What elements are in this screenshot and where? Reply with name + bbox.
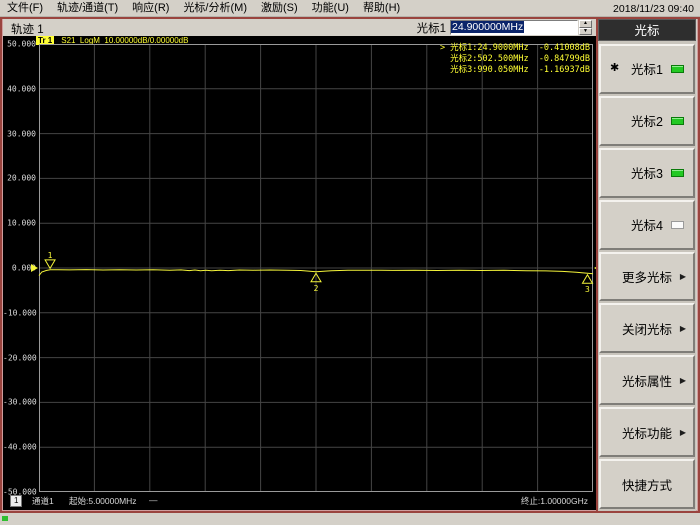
- marker-entry-group: 光标1 24.900000MHz ▲ ▼: [417, 20, 592, 35]
- sweep-indicator: —: [149, 495, 158, 505]
- datetime-display: 2018/11/23 09:40: [613, 3, 694, 15]
- marker-symbol-3[interactable]: [581, 273, 594, 284]
- marker-readout-line: > 光标1:24.9000MHz -0.41008dB: [439, 43, 590, 53]
- menu-item[interactable]: 功能(U): [305, 0, 356, 16]
- marker-number-1: 1: [48, 251, 53, 260]
- status-green-indicator: [2, 516, 8, 521]
- channel-status-bar: 1 通道1 起始:5.00000MHz — 终止:1.00000GHz: [3, 495, 596, 507]
- marker-entry-label: 光标1: [416, 22, 446, 35]
- active-trace-label: 轨迹 1: [11, 24, 44, 36]
- submenu-arrow-icon: ▶: [679, 323, 686, 333]
- submenu-arrow-icon: ▶: [679, 272, 686, 281]
- frequency-stepper: ▲ ▼: [579, 20, 592, 35]
- marker-frequency-input[interactable]: 24.900000MHz: [450, 20, 578, 35]
- softkey-button-8[interactable]: 光标功能 ▶: [599, 407, 695, 458]
- graticule-chart: 1 2 3: [31, 44, 601, 492]
- softkey-button-5[interactable]: 更多光标 ▶: [599, 251, 695, 302]
- bottom-status-strip: [0, 513, 700, 525]
- marker-readout-block: > 光标1:24.9000MHz -0.41008dB 光标2:502.500M…: [440, 43, 590, 76]
- marker-readout-line: 光标3:990.050MHz -1.16937dB: [439, 65, 590, 75]
- softkey-button-9[interactable]: 快捷方式: [599, 459, 695, 510]
- submenu-arrow-icon: ▶: [679, 375, 686, 385]
- menu-items: 文件(F) 轨迹/通道(T) 响应(R) 光标/分析(M) 激励(S) 功能(U) 帮助(H…: [0, 2, 407, 14]
- menu-item[interactable]: 光标/分析(M): [176, 0, 254, 16]
- softkey-label: 光标4: [631, 219, 663, 234]
- y-tick-label: 30.000: [7, 129, 36, 139]
- submenu-arrow-icon: ▶: [679, 427, 686, 437]
- stepper-down-button[interactable]: ▼: [579, 27, 592, 35]
- sweep-start-value: 起始:5.00000MHz: [69, 496, 137, 506]
- marker-symbol-1[interactable]: [44, 259, 56, 270]
- y-tick-label: -20.000: [3, 353, 37, 363]
- marker-state-led-on: [671, 64, 684, 73]
- y-tick-label: 10.000: [7, 218, 36, 228]
- softkey-label: 光标2: [631, 115, 663, 130]
- menu-item[interactable]: 帮助(H): [356, 0, 407, 16]
- y-tick-label: 50.000: [7, 39, 36, 49]
- softkey-button-2[interactable]: 光标2: [599, 95, 695, 146]
- menu-item[interactable]: 响应(R): [125, 0, 176, 16]
- marker-readout-line: 光标2:502.500MHz -0.84799dB: [439, 54, 590, 64]
- plot-area: Tr 1 S21 LogM 10.00000dB/0.00000dB 50.00…: [3, 36, 601, 510]
- selected-input-text: 24.900000MHz: [451, 21, 525, 33]
- softkey-label: 关闭光标: [621, 322, 672, 337]
- menu-bar: 文件(F) 轨迹/通道(T) 响应(R) 光标/分析(M) 激励(S) 功能(U) 帮助(H…: [0, 0, 700, 17]
- y-tick-label: 40.000: [7, 84, 36, 94]
- menu-item[interactable]: 文件(F): [0, 0, 50, 16]
- softkey-label: 光标功能: [621, 426, 672, 441]
- softkey-button-1[interactable]: ✱ 光标1: [599, 44, 695, 94]
- toolbar: 轨迹 1 光标1 24.900000MHz ▲ ▼: [3, 19, 596, 36]
- y-tick-label: -40.000: [3, 442, 37, 452]
- y-tick-label: 20.000: [7, 173, 36, 183]
- softkey-label: 更多光标: [621, 271, 672, 285]
- softkey-button-3[interactable]: 光标3: [599, 147, 695, 198]
- marker-state-led-on: [671, 116, 684, 125]
- marker-state-led-off: [671, 220, 684, 229]
- active-marker-star-icon: ✱: [610, 62, 620, 75]
- sidebar-buttons: ✱ 光标1 光标2 光标3 光标4 更多光标 ▶ 关闭光标 ▶ 光标属性 ▶ 光标功能 ▶ 快捷方式: [598, 42, 696, 511]
- softkey-label: 光标3: [631, 167, 663, 182]
- sweep-stop-value: 终止:1.00000GHz: [520, 496, 588, 506]
- marker-number-3: 3: [585, 285, 590, 294]
- sidebar-title: 光标: [598, 19, 696, 41]
- softkey-sidebar: 光标 ✱ 光标1 光标2 光标3 光标4 更多光标 ▶ 关闭光标 ▶ 光标属性 ▶ 光标功能 ▶ 快捷方式: [596, 19, 696, 511]
- stepper-up-button[interactable]: ▲: [579, 20, 592, 28]
- softkey-button-4[interactable]: 光标4: [599, 199, 695, 250]
- channel-name: 通道1: [32, 496, 54, 506]
- menu-item[interactable]: 激励(S): [254, 0, 305, 16]
- y-tick-label: -10.000: [3, 308, 37, 318]
- menu-item[interactable]: 轨迹/通道(T): [50, 0, 125, 16]
- workspace-frame: 轨迹 1 光标1 24.900000MHz ▲ ▼ Tr 1 S21 LogM …: [0, 17, 700, 513]
- marker-state-led-on: [671, 168, 684, 177]
- channel-badge[interactable]: 1: [10, 495, 23, 507]
- softkey-button-6[interactable]: 关闭光标 ▶: [599, 303, 695, 354]
- softkey-button-7[interactable]: 光标属性 ▶: [599, 355, 695, 406]
- y-tick-label: -30.000: [3, 397, 37, 407]
- softkey-label: 光标1: [631, 63, 663, 78]
- softkey-label: 光标属性: [621, 374, 672, 389]
- vna-application-window: 文件(F) 轨迹/通道(T) 响应(R) 光标/分析(M) 激励(S) 功能(U) 帮助(H…: [0, 0, 700, 525]
- softkey-label: 快捷方式: [621, 478, 672, 493]
- marker-number-2: 2: [314, 284, 319, 293]
